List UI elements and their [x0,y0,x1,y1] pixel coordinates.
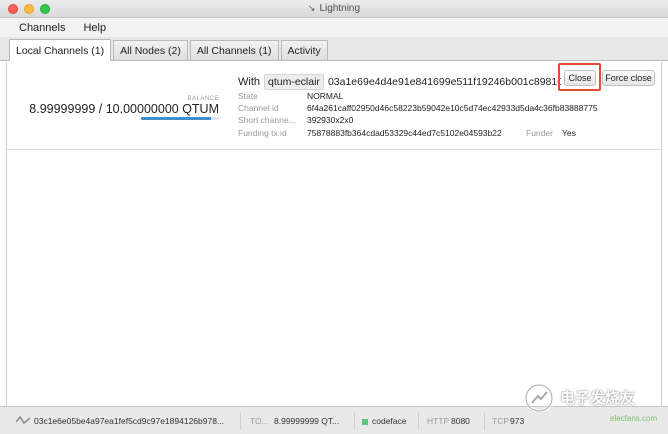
tab-local-channels[interactable]: Local Channels (1) [9,39,112,61]
network-online-icon [362,418,368,425]
balance-value: 8.99999999 / 10.00000000 QTUM [29,102,219,116]
http-port: 8080 [451,416,470,426]
window-title-text: Lightning [319,3,361,14]
short-channel-value: 392930x2x0 [307,115,354,125]
short-channel-label: Short channe... [238,115,296,125]
menu-bar: Channels Help [0,18,668,37]
tab-all-channels[interactable]: All Channels (1) [189,40,279,60]
window-controls [8,4,50,14]
channel-id-value: 6f4a261caff02950d46c58223b59042e10c5d74e… [307,103,598,113]
balance-bar [141,117,219,120]
window-titlebar: ↘ Lightning [0,0,668,18]
tcp-label: TCP [492,416,509,426]
funder-label: Funder [526,128,553,138]
watermark-text: 电子发烧友 [560,390,636,407]
node-pulse-icon [16,415,30,425]
tab-activity[interactable]: Activity [280,40,328,60]
channels-panel: BALANCE 8.99999999 / 10.00000000 QTUM Wi… [6,62,662,406]
watermark-sub: elecfans.com [610,414,658,423]
peer-alias: qtum-eclair [264,74,324,90]
state-label: State [238,91,258,101]
tcp-port: 973 [510,416,525,426]
channel-id-label: Channel id [238,103,279,113]
close-channel-button[interactable]: Close [564,70,596,86]
lightning-icon: ↘ [307,3,316,13]
network-name: codeface [372,416,407,426]
close-window-button[interactable] [8,4,18,14]
tab-bar: Local Channels (1) All Nodes (2) All Cha… [0,37,668,61]
node-id[interactable]: 03c1e6e05be4a97ea1fef5cd9c97e1894126b978… [34,416,234,426]
funder-value: Yes [562,128,576,138]
menu-help[interactable]: Help [83,22,106,34]
funding-tx-value: 75878883fb364cdad53329c44ed7c5102e04593b… [307,128,502,138]
peer-pubkey: 03a1e69e4d4e91e841699e511f19246b001c8981… [327,76,561,88]
http-label: HTTP [427,416,450,426]
watermark-logo-icon [524,383,554,413]
with-label: With [238,76,260,88]
channel-row: BALANCE 8.99999999 / 10.00000000 QTUM Wi… [7,63,661,150]
total-label: TO... [250,416,269,426]
channel-peer: With qtum-eclair 03a1e69e4d4e91e841699e5… [238,74,561,90]
force-close-button[interactable]: Force close [602,70,655,86]
total-balance: 8.99999999 QT... [274,416,340,426]
minimize-window-button[interactable] [24,4,34,14]
tab-all-nodes[interactable]: All Nodes (2) [113,40,188,60]
menu-channels[interactable]: Channels [19,22,65,34]
balance-bar-fill [141,117,212,120]
zoom-window-button[interactable] [40,4,50,14]
network-status: codeface [362,416,407,426]
window-title: ↘ Lightning [308,3,360,14]
watermark: 电子发烧友 [520,381,668,413]
state-value: NORMAL [307,91,344,101]
funding-tx-label: Funding tx id [238,128,287,138]
